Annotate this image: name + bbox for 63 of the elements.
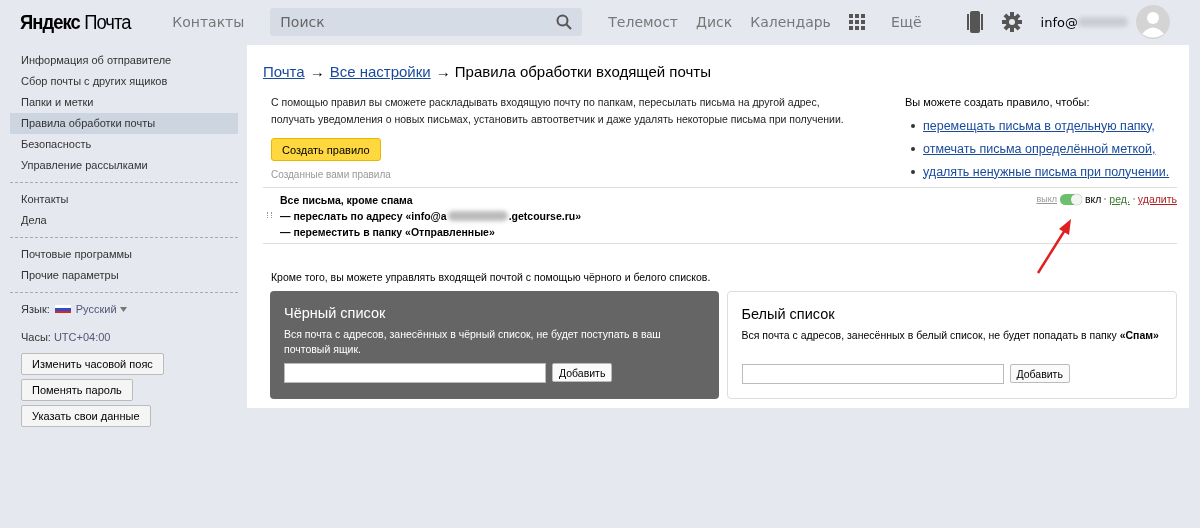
breadcrumb-link[interactable]: Почта (263, 63, 305, 80)
nav-link[interactable]: Контакты (172, 14, 245, 30)
search-field[interactable]: Поиск (270, 8, 583, 36)
rule-title: Все письма, кроме спама (280, 193, 414, 208)
clock-label: Часы: (21, 331, 51, 343)
add-button[interactable]: Добавить (552, 363, 613, 382)
list-title: Чёрный список (284, 305, 387, 321)
settings-button[interactable]: Указать свои данные (21, 405, 151, 427)
sidebar-item[interactable]: Прочие параметры (10, 265, 238, 286)
sidebar-item[interactable]: Правила обработки почты (10, 113, 238, 134)
list-title: Белый список (741, 306, 836, 322)
settings-icon[interactable] (1000, 11, 1023, 33)
hint-link[interactable]: удалять ненужные письма при получении. (923, 164, 1170, 179)
toggle-switch[interactable] (1059, 193, 1082, 205)
settings-button[interactable]: Изменить часовой пояс (21, 353, 164, 375)
intro-text: С помощью правил вы сможете раскладывать входящую почту по папкам, пересылать письма на другой адрес, получать уведомления о новых письмах, установить автоответчик и даже удалять некоторые письма при получении. (271, 95, 845, 127)
bullet-icon (911, 123, 915, 128)
list-description: Вся почта с адресов, занесённых в белый список, не будет попадать в папку «Спам» (741, 328, 1160, 343)
breadcrumb-text: → Правила обработки входящей почты (435, 63, 711, 80)
language-select[interactable]: Русский (75, 303, 117, 315)
more-menu[interactable]: Ещё (848, 14, 922, 30)
caret-icon[interactable] (119, 306, 127, 312)
logo[interactable]: Яндекс Почта (20, 10, 131, 34)
flag-icon[interactable] (54, 305, 71, 313)
sidebar-item[interactable]: Почтовые программы (10, 244, 238, 265)
sidebar-item[interactable]: Папки и метки (10, 92, 238, 113)
breadcrumb-link[interactable]: Все настройки (329, 63, 431, 80)
timezone-value: UTC+04:00 (53, 331, 111, 343)
settings-button[interactable]: Поменять пароль (21, 379, 133, 401)
rules-caption: Созданные вами правила (271, 169, 392, 180)
bullet-icon (911, 146, 915, 151)
sidebar-item[interactable]: Контакты (10, 189, 238, 210)
rule-action: — переместить в папку «Отправленные» (280, 225, 495, 240)
drag-handle-icon[interactable] (267, 212, 272, 218)
phone-icon[interactable] (966, 11, 983, 33)
delete-link[interactable]: удалить (1137, 193, 1177, 205)
address-field[interactable] (284, 363, 546, 383)
apps-icon[interactable] (848, 14, 865, 30)
sidebar-item[interactable]: Безопасность (10, 134, 238, 155)
sidebar-item[interactable]: Управление рассылками (10, 155, 238, 176)
sidebar-item[interactable]: Дела (10, 210, 238, 231)
create-rule-button[interactable]: Создать правило (271, 138, 381, 161)
user-login[interactable]: info@ (1040, 14, 1078, 30)
hints-title: Вы можете создать правило, чтобы: (905, 96, 1091, 108)
rule-action: — переслать по адресу «info@a (280, 209, 447, 224)
sidebar-item[interactable]: Информация об отправителе (10, 50, 238, 71)
add-button[interactable]: Добавить (1009, 364, 1070, 383)
bullet-icon (911, 169, 915, 174)
hint-link[interactable]: перемещать письма в отдельную папку, (923, 118, 1155, 133)
address-field[interactable] (741, 364, 1004, 384)
search-icon[interactable] (556, 14, 573, 30)
nav-link[interactable]: Телемост (608, 14, 679, 30)
language-label: Язык: (21, 303, 50, 315)
on-label: вкл (1084, 193, 1102, 205)
edit-link[interactable]: ред. (1109, 193, 1130, 205)
nav-link[interactable]: Календарь (750, 14, 831, 30)
lists-intro: Кроме того, вы можете управлять входящей почтой с помощью чёрного и белого списков. (271, 271, 712, 283)
list-description: Вся почта с адресов, занесённых в чёрный список, не будет поступать в ваш почтовый ящик. (284, 327, 662, 357)
rule-action: .getcourse.ru» (508, 209, 581, 224)
sidebar-item[interactable]: Сбор почты с других ящиков (10, 71, 238, 92)
hint-link[interactable]: отмечать письма определённой меткой, (923, 141, 1156, 156)
nav-link[interactable]: Диск (696, 14, 733, 30)
breadcrumb-text: → (309, 63, 325, 80)
